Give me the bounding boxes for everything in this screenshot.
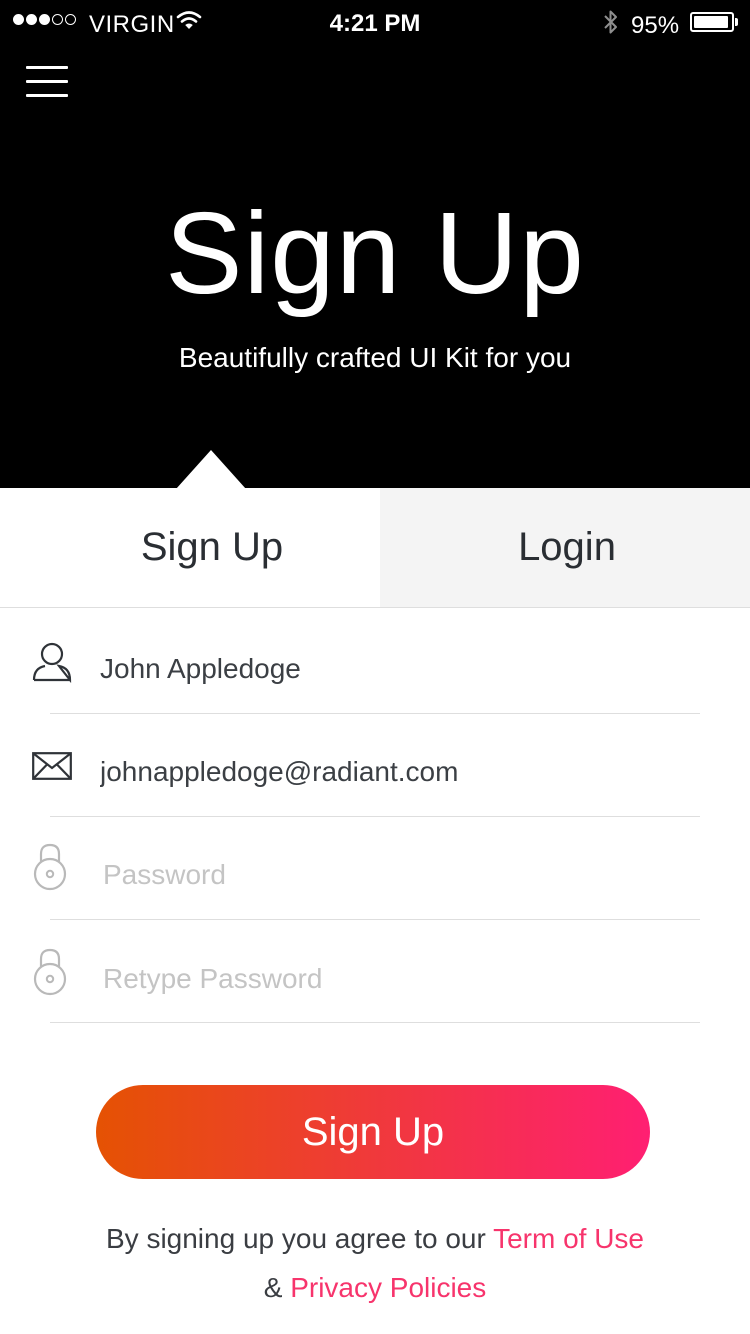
bluetooth-icon — [602, 8, 620, 43]
battery-level — [694, 16, 729, 28]
email-field-row — [0, 714, 750, 817]
terms-joiner: & — [263, 1272, 283, 1303]
privacy-policies-link[interactable]: Privacy Policies — [290, 1272, 486, 1303]
tab-sign-up[interactable]: Sign Up — [0, 488, 380, 607]
menu-line — [26, 94, 68, 97]
menu-line — [26, 66, 68, 69]
user-icon — [30, 641, 74, 690]
battery-percent: 95% — [631, 12, 680, 39]
page-title: Sign Up — [165, 188, 585, 318]
terms-notice: By signing up you agree to our Term of U… — [0, 1214, 750, 1312]
envelope-icon — [32, 752, 72, 785]
signup-screen: VIRGIN 4:21 PM 95% Sign Up Beautifully c… — [0, 0, 750, 1334]
sign-up-button[interactable]: Sign Up — [96, 1085, 650, 1179]
password-field-row — [0, 817, 750, 920]
header: VIRGIN 4:21 PM 95% Sign Up Beautifully c… — [0, 0, 750, 489]
hamburger-menu-icon[interactable] — [26, 64, 70, 100]
password-input[interactable] — [103, 850, 703, 900]
name-input[interactable] — [100, 644, 700, 694]
field-divider — [50, 1022, 700, 1023]
tab-login[interactable]: Login — [380, 488, 750, 607]
name-field-row — [0, 611, 750, 714]
lock-icon — [33, 843, 67, 896]
active-tab-pointer — [176, 450, 246, 489]
auth-tabs: Sign Up Login — [0, 488, 750, 608]
menu-line — [26, 80, 68, 83]
page-subtitle: Beautifully crafted UI Kit for you — [178, 342, 572, 373]
retype-password-input[interactable] — [103, 954, 703, 1004]
lock-icon — [33, 948, 67, 1001]
terms-prefix: By signing up you agree to our — [105, 1223, 486, 1254]
battery-tip — [735, 18, 738, 26]
status-bar: VIRGIN 4:21 PM 95% — [0, 0, 750, 48]
terms-of-use-link[interactable]: Term of Use — [493, 1223, 644, 1254]
battery-icon — [690, 12, 734, 32]
email-input[interactable] — [100, 747, 700, 797]
retype-password-field-row — [0, 920, 750, 1023]
